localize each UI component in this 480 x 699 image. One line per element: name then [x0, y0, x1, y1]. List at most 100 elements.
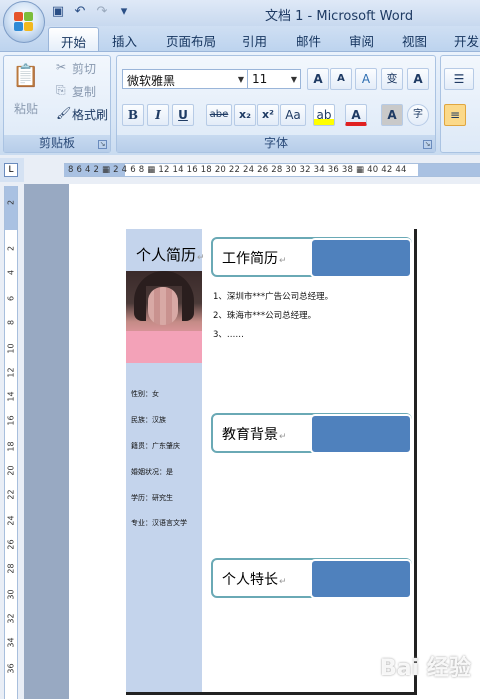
font-size-select[interactable]: 11 ▼ [247, 69, 301, 89]
section-skills[interactable]: 个人特长↵ [211, 558, 412, 599]
info-education: 学历：研究生 [131, 494, 173, 502]
page-frame-shadow [126, 692, 417, 695]
info-hometown: 籍贯：广东肇庆 [131, 442, 180, 450]
tab-review[interactable]: 审阅 [349, 31, 374, 50]
cut-icon: ✂ [56, 60, 67, 74]
tab-page-layout[interactable]: 页面布局 [166, 31, 216, 50]
ruler-number: 20 [6, 465, 16, 476]
ruler-number: 34 [6, 637, 16, 648]
tab-selector[interactable]: L [0, 158, 24, 182]
font-launcher-icon[interactable]: ↘ [423, 140, 432, 149]
change-case-button[interactable]: Aa [280, 104, 306, 126]
ruler-number: 24 [6, 515, 16, 526]
ruler-numbers: 8 6 4 2 ▦ 2 4 6 8 ▦ 12 14 16 18 20 22 24… [68, 165, 407, 175]
highlight-icon[interactable]: ab [313, 104, 335, 126]
vertical-ruler[interactable]: 2 2 4 6 8 10 12 14 16 18 20 22 24 26 28 … [4, 186, 18, 699]
copy-icon: ⎘ [56, 83, 66, 97]
format-painter-button[interactable]: 格式刷 [72, 106, 108, 123]
office-logo-icon [14, 12, 34, 32]
ruler-number: 14 [6, 391, 16, 402]
undo-icon[interactable]: ↶ [72, 4, 88, 20]
tab-references[interactable]: 引用 [242, 31, 267, 50]
customize-icon[interactable]: ▾ [116, 4, 132, 20]
character-border-button[interactable]: A [407, 68, 429, 90]
clipboard-group: 📋 粘贴 ✂ 剪切 ⎘ 复制 🖌 格式刷 剪贴板 ↘ [3, 55, 111, 153]
tab-home[interactable]: 开始 [48, 27, 100, 53]
bullets-icon[interactable]: ☰ [444, 68, 474, 90]
title-bar: ▣ ↶ ↷ ▾ 文档 1 - Microsoft Word [0, 0, 480, 26]
ruler-number: 6 [6, 295, 16, 302]
superscript-button[interactable]: x² [257, 104, 279, 126]
ruler-number: 18 [6, 441, 16, 452]
watermark: Bai 经验 [380, 656, 471, 681]
work-item: 2、珠海市***公司总经理。 [213, 311, 317, 321]
tab-stop-icon: L [4, 163, 18, 177]
section-skills-accent [310, 559, 412, 599]
ruler-number: 16 [6, 415, 16, 426]
strikethrough-button[interactable]: abe [206, 104, 232, 126]
tab-insert[interactable]: 插入 [112, 31, 137, 50]
font-group: 微软雅黑 ▼ 11 ▼ A A A 变 A B I U abe x₂ x² Aa… [116, 55, 436, 153]
ruler-number: 26 [6, 539, 16, 550]
section-education-title: 教育背景↵ [222, 427, 287, 443]
underline-button[interactable]: U [172, 104, 194, 126]
ruler-number: 28 [6, 563, 16, 574]
save-icon[interactable]: ▣ [50, 4, 66, 20]
info-marital: 婚姻状况：是 [131, 468, 173, 476]
right-margin-area [418, 164, 480, 176]
work-item: 1、深圳市***广告公司总经理。 [213, 292, 334, 302]
bold-button[interactable]: B [122, 104, 144, 126]
chevron-down-icon: ▼ [290, 75, 297, 84]
ribbon-tabs: 开始 插入 页面布局 引用 邮件 审阅 视图 开发 [0, 26, 480, 53]
info-gender: 性别：女 [131, 390, 159, 398]
tab-developer[interactable]: 开发 [454, 31, 479, 50]
paragraph-group: ☰ ≡ [440, 55, 480, 153]
ruler-number: 10 [6, 343, 16, 354]
character-shading-button[interactable]: A [381, 104, 403, 126]
ruler-number: 12 [6, 367, 16, 378]
font-size-value: 11 [252, 72, 268, 86]
clipboard-group-label: 剪贴板 [4, 135, 110, 152]
section-education[interactable]: 教育背景↵ [211, 413, 412, 454]
clipboard-launcher-icon[interactable]: ↘ [98, 140, 107, 149]
font-color-button[interactable]: A [345, 104, 367, 126]
section-work-title: 工作简历↵ [222, 251, 287, 267]
horizontal-ruler[interactable]: 8 6 4 2 ▦ 2 4 6 8 ▦ 12 14 16 18 20 22 24… [64, 163, 480, 177]
align-left-icon[interactable]: ≡ [444, 104, 466, 126]
clear-format-button[interactable]: A [355, 68, 377, 90]
paste-icon: 📋 [12, 64, 40, 89]
ribbon: 📋 粘贴 ✂ 剪切 ⎘ 复制 🖌 格式刷 剪贴板 ↘ 微软雅黑 ▼ 11 ▼ A… [0, 51, 480, 155]
subscript-button[interactable]: x₂ [234, 104, 256, 126]
ruler-number: 32 [6, 613, 16, 624]
profile-photo[interactable] [126, 271, 202, 363]
section-skills-title: 个人特长↵ [222, 572, 287, 588]
ruler-number: 30 [6, 589, 16, 600]
pixelated-face [148, 287, 178, 325]
ruler-number: 36 [6, 663, 16, 674]
tab-view[interactable]: 视图 [402, 31, 427, 50]
shrink-font-button[interactable]: A [330, 68, 352, 90]
paste-button[interactable]: 粘贴 [14, 100, 38, 117]
quick-access-toolbar: ▣ ↶ ↷ ▾ [50, 4, 132, 20]
work-item: 3、…… [213, 330, 244, 340]
cut-button[interactable]: 剪切 [72, 60, 96, 77]
phonetic-guide-button[interactable]: 变 [381, 68, 403, 90]
info-major: 专业：汉语言文学 [131, 519, 187, 527]
font-name-select[interactable]: 微软雅黑 ▼ [122, 69, 248, 89]
ruler-number: 2 [6, 199, 16, 206]
chevron-down-icon: ▼ [237, 75, 244, 84]
format-painter-icon: 🖌 [56, 106, 72, 120]
ruler-number: 2 [6, 245, 16, 252]
page-frame-shadow [414, 229, 417, 694]
enclose-characters-button[interactable]: 字 [407, 104, 429, 126]
section-work[interactable]: 工作简历↵ [211, 237, 412, 278]
font-name-value: 微软雅黑 [127, 74, 176, 88]
tab-mailings[interactable]: 邮件 [296, 31, 321, 50]
grow-font-button[interactable]: A [307, 68, 329, 90]
ruler-number: 4 [6, 269, 16, 276]
italic-button[interactable]: I [147, 104, 169, 126]
office-button[interactable] [3, 1, 45, 43]
redo-icon[interactable]: ↷ [94, 4, 110, 20]
window-title: 文档 1 - Microsoft Word [265, 9, 414, 24]
copy-button[interactable]: 复制 [72, 83, 96, 100]
